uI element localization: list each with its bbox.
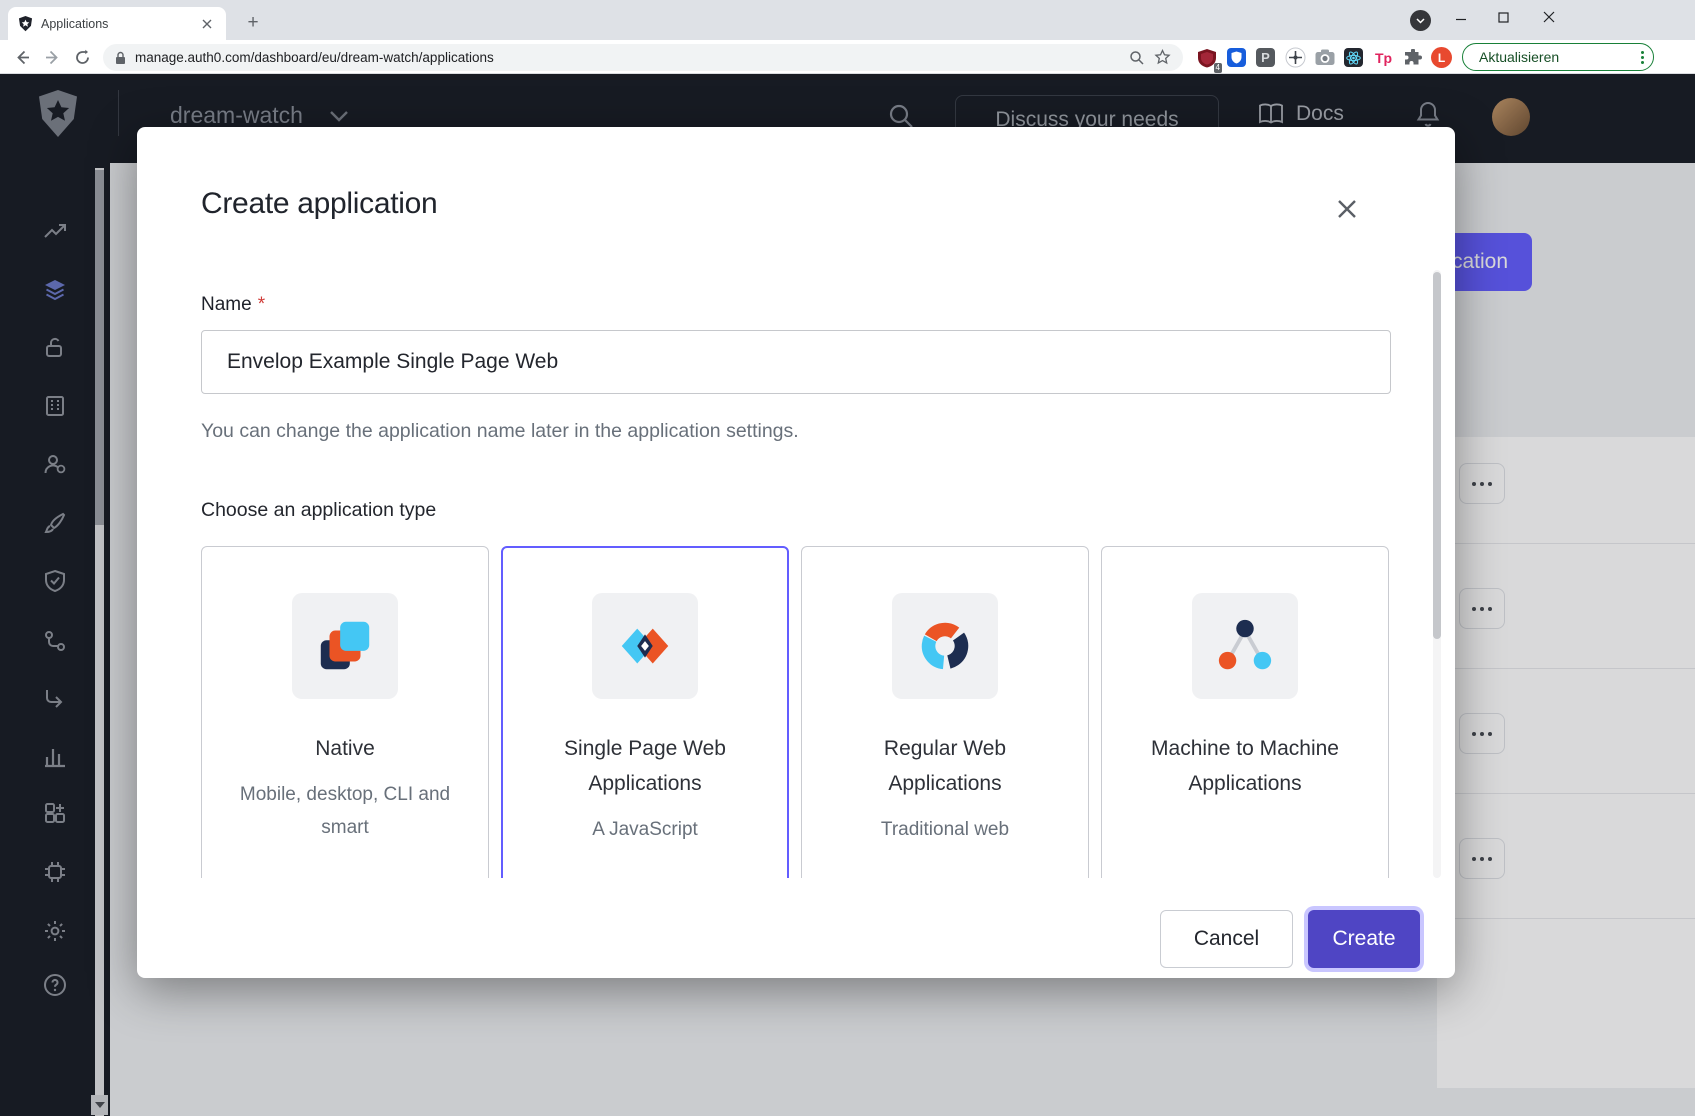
modal-body: Name* You can change the application nam… xyxy=(137,270,1455,878)
m2m-icon-tile xyxy=(1192,593,1298,699)
cancel-button-label: Cancel xyxy=(1194,927,1259,951)
url-text: manage.auth0.com/dashboard/eu/dream-watc… xyxy=(135,50,1120,65)
tab-search-button[interactable] xyxy=(1410,10,1431,31)
modal-title: Create application xyxy=(201,187,437,221)
react-devtools-extension-icon[interactable] xyxy=(1341,45,1366,70)
window-maximize-button[interactable] xyxy=(1481,0,1525,34)
window-minimize-button[interactable] xyxy=(1439,0,1483,34)
back-button[interactable] xyxy=(10,45,35,70)
tab-close-icon[interactable] xyxy=(198,15,216,33)
ublock-badge: 4 xyxy=(1214,63,1222,73)
card-title: Regular Web Applications xyxy=(850,731,1040,801)
card-title: Single Page Web Applications xyxy=(550,731,740,801)
bitwarden-extension-icon[interactable] xyxy=(1224,45,1249,70)
browser-tab[interactable]: Applications xyxy=(8,7,226,40)
card-description: Traditional web xyxy=(830,813,1060,846)
create-application-modal: Create application Name* You can change … xyxy=(137,127,1455,978)
name-help-text: You can change the application name late… xyxy=(201,420,1391,443)
browser-menu-kebab-icon[interactable] xyxy=(1641,51,1644,64)
native-icon-tile xyxy=(292,593,398,699)
app-type-card-spa[interactable]: Single Page Web Applications A JavaScrip… xyxy=(501,546,789,878)
card-description: A JavaScript xyxy=(530,813,760,846)
modal-scrollbar-thumb[interactable] xyxy=(1433,272,1441,639)
native-app-icon xyxy=(314,615,376,677)
app-type-card-m2m[interactable]: Machine to Machine Applications xyxy=(1101,546,1389,878)
required-mark: * xyxy=(258,294,265,315)
card-description: Mobile, desktop, CLI and smart xyxy=(230,778,460,844)
profile-initial: L xyxy=(1438,51,1445,65)
m2m-app-icon xyxy=(1214,615,1276,677)
application-name-input[interactable] xyxy=(201,330,1391,394)
new-tab-button[interactable]: + xyxy=(240,10,266,36)
browser-profile-avatar[interactable]: L xyxy=(1429,45,1454,70)
modal-close-button[interactable] xyxy=(1327,189,1367,229)
browser-update-button[interactable]: Aktualisieren xyxy=(1462,43,1654,71)
regular-web-app-icon xyxy=(914,615,976,677)
screen: Applications + manage.auth0.com/dashboar… xyxy=(0,0,1695,1116)
tab-title: Applications xyxy=(41,17,190,31)
ublock-extension-icon[interactable]: 4 xyxy=(1194,45,1219,70)
app-type-card-native[interactable]: Native Mobile, desktop, CLI and smart xyxy=(201,546,489,878)
lock-icon xyxy=(115,51,126,65)
card-title: Native xyxy=(250,731,440,766)
address-bar[interactable]: manage.auth0.com/dashboard/eu/dream-watc… xyxy=(103,44,1183,71)
spa-app-icon xyxy=(614,615,676,677)
move-extension-icon[interactable] xyxy=(1283,45,1308,70)
zoom-icon[interactable] xyxy=(1129,50,1145,66)
camera-extension-icon[interactable] xyxy=(1312,45,1337,70)
app-type-card-regular-web[interactable]: Regular Web Applications Traditional web xyxy=(801,546,1089,878)
window-close-button[interactable] xyxy=(1527,0,1571,34)
auth0-favicon xyxy=(18,16,33,32)
card-title: Machine to Machine Applications xyxy=(1150,731,1340,801)
extensions-puzzle-icon[interactable] xyxy=(1400,45,1425,70)
forward-button[interactable] xyxy=(40,45,65,70)
create-button[interactable]: Create xyxy=(1308,910,1420,968)
update-button-label: Aktualisieren xyxy=(1479,49,1559,65)
close-icon xyxy=(1336,198,1358,220)
p-extension-label: P xyxy=(1261,50,1270,65)
regular-web-icon-tile xyxy=(892,593,998,699)
tp-extension-icon[interactable]: Tp xyxy=(1371,45,1396,70)
application-type-cards: Native Mobile, desktop, CLI and smart Si… xyxy=(201,546,1391,878)
cancel-button[interactable]: Cancel xyxy=(1160,910,1293,968)
name-label: Name* xyxy=(201,294,1391,316)
create-button-label: Create xyxy=(1332,927,1395,951)
p-extension-icon[interactable]: P xyxy=(1253,45,1278,70)
bookmark-star-icon[interactable] xyxy=(1154,49,1171,66)
tp-extension-label: Tp xyxy=(1375,50,1392,66)
application-type-heading: Choose an application type xyxy=(201,499,1391,522)
reload-button[interactable] xyxy=(70,45,95,70)
spa-icon-tile xyxy=(592,593,698,699)
